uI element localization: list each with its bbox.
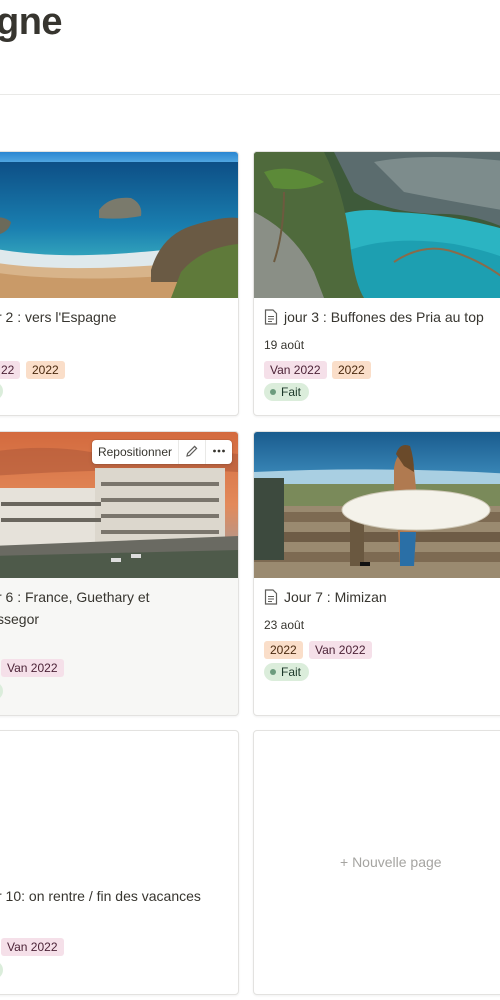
card-title-text: Jour 7 : Mimizan	[284, 589, 387, 605]
more-button[interactable]	[206, 440, 232, 464]
card-cover-image	[254, 152, 500, 298]
card-title-text: jour 3 : Buffones des Pria au top	[284, 309, 484, 325]
card-cover-image	[254, 432, 500, 578]
reposition-button[interactable]: Repositionner	[92, 440, 179, 464]
card-title-line2: ssegor	[0, 611, 40, 627]
gallery-card-jour-3[interactable]: jour 3 : Buffones des Pria au top 19 aoû…	[253, 151, 500, 416]
status-badge: Fait	[264, 663, 310, 681]
edit-cover-button[interactable]	[179, 440, 206, 464]
gallery-card-jour-7[interactable]: Jour 7 : Mimizan 23 août 2022 Van 2022 F…	[253, 431, 500, 716]
header-divider	[0, 94, 500, 95]
tag-van: Van 2022	[1, 938, 64, 956]
gallery-card-jour-2[interactable]: r 2 : vers l'Espagne 22 2022	[0, 151, 239, 416]
page-title: gne	[0, 1, 63, 43]
more-icon	[213, 449, 225, 453]
tag-van: Van 2022	[309, 641, 372, 659]
card-cover-image	[0, 152, 238, 298]
page-icon	[264, 309, 278, 325]
card-date: 23 août	[264, 618, 305, 632]
gallery-card-jour-6[interactable]: Repositionner r 6 : France, Guethary et …	[0, 431, 239, 716]
card-title: jour 3 : Buffones des Pria au top	[264, 306, 484, 328]
status-text: Fait	[281, 385, 302, 399]
card-date: 19 août	[264, 338, 305, 352]
status-badge	[0, 382, 3, 400]
status-badge: Fait	[264, 383, 310, 401]
status-dot	[270, 389, 276, 395]
status-text: Fait	[281, 665, 302, 679]
card-title: r 2 : vers l'Espagne	[0, 309, 117, 325]
new-page-card[interactable]: + Nouvelle page	[253, 730, 500, 995]
status-badge	[0, 682, 3, 700]
tag-van: Van 2022	[1, 659, 64, 677]
tag-van: Van 2022	[264, 361, 327, 379]
card-title: r 10: on rentre / fin des vacances	[0, 888, 201, 904]
tag-van: 22	[0, 361, 21, 379]
pencil-icon	[186, 445, 198, 457]
cover-toolbar: Repositionner	[91, 440, 232, 464]
tag-year: 2022	[26, 361, 65, 379]
card-title-line1: r 6 : France, Guethary et	[0, 589, 150, 605]
tag-year: 2022	[264, 641, 303, 659]
gallery-card-jour-10[interactable]: r 10: on rentre / fin des vacances Van 2…	[0, 730, 239, 995]
tag-year: 2022	[332, 361, 371, 379]
new-page-button[interactable]: + Nouvelle page	[340, 854, 442, 870]
status-badge	[0, 961, 3, 979]
page-icon	[264, 589, 278, 605]
card-title: Jour 7 : Mimizan	[264, 586, 387, 608]
status-dot	[270, 669, 276, 675]
